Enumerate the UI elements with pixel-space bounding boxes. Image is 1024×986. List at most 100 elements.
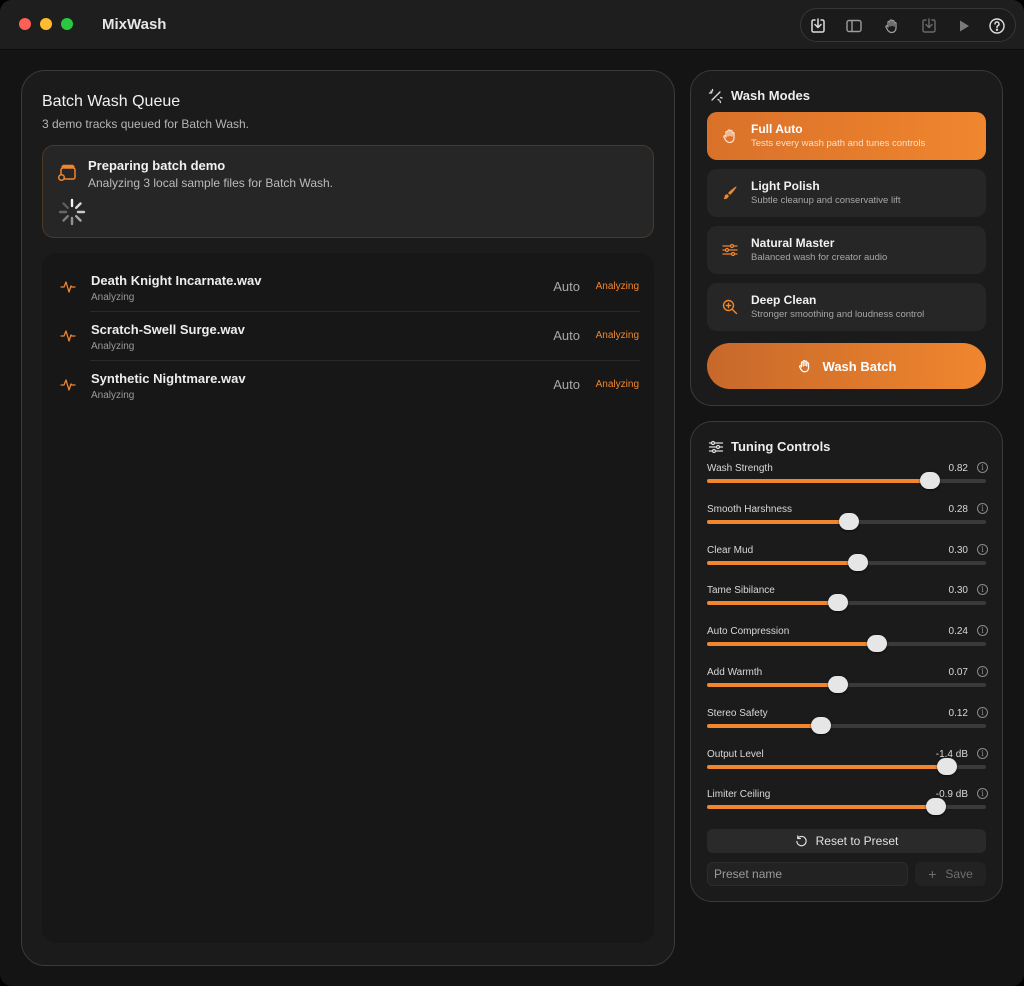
reset-to-preset-button[interactable]: Reset to Preset: [707, 829, 986, 853]
mode-light-polish[interactable]: Light Polish Subtle cleanup and conserva…: [707, 169, 986, 217]
slider-thumb[interactable]: [828, 594, 849, 612]
wash-hand-icon: [798, 360, 809, 373]
export-icon: [922, 18, 936, 33]
slider-track[interactable]: [707, 594, 986, 612]
slider-label: Auto Compression: [707, 626, 790, 638]
app-window: MixWash Batch Wash Queue 3 demo tracks q…: [0, 0, 1024, 986]
slider-fill: [707, 560, 858, 565]
zoom-window-button[interactable]: [61, 18, 73, 30]
reset-label: Reset to Preset: [815, 834, 899, 848]
slider-output-level: Output Level -1.4 dB i: [707, 747, 988, 787]
save-preset-button[interactable]: + Save: [915, 862, 986, 886]
info-icon[interactable]: i: [977, 788, 988, 800]
slider-value: 0.82: [948, 463, 968, 474]
track-mode: Auto: [553, 279, 580, 294]
track-status-badge: Analyzing: [595, 330, 639, 341]
mode-deep-clean[interactable]: Deep Clean Stronger smoothing and loudne…: [707, 283, 986, 331]
slider-thumb[interactable]: [839, 512, 860, 530]
slider-value: 0.30: [948, 544, 968, 556]
track-row[interactable]: Death Knight Incarnate.wav Analyzing Aut…: [42, 263, 654, 312]
slider-track[interactable]: [707, 798, 986, 816]
track-name: Scratch-Swell Surge.wav: [91, 322, 245, 337]
magic-wand-icon: [708, 88, 723, 104]
slider-track[interactable]: [707, 635, 986, 653]
slider-label: Add Warmth: [707, 667, 763, 678]
slider-value: 0.24: [948, 626, 968, 638]
info-icon[interactable]: i: [977, 666, 988, 677]
slider-track[interactable]: [707, 757, 986, 775]
waveform-icon: [60, 379, 76, 391]
info-icon[interactable]: i: [977, 543, 988, 555]
slider-fill: [707, 642, 878, 647]
slider-wash-strength: Wash Strength 0.82 i: [707, 462, 988, 501]
wash-batch-button[interactable]: Wash Batch: [707, 343, 986, 389]
preset-name-input[interactable]: [707, 862, 908, 886]
import-button[interactable]: [807, 15, 829, 37]
slider-fill: [707, 601, 839, 606]
track-status-badge: Analyzing: [595, 281, 639, 292]
slider-label: Wash Strength: [707, 463, 773, 474]
info-icon[interactable]: i: [977, 462, 988, 473]
batch-prepare-icon: [57, 164, 76, 182]
track-status: Analyzing: [91, 292, 135, 303]
slider-thumb[interactable]: [811, 716, 832, 734]
slider-fill: [707, 479, 931, 483]
help-button[interactable]: [986, 15, 1008, 37]
sidebar-icon: [846, 19, 862, 33]
slider-thumb[interactable]: [920, 472, 941, 489]
track-row[interactable]: Scratch-Swell Surge.wav Analyzing Auto A…: [42, 312, 654, 361]
slider-thumb[interactable]: [925, 798, 946, 816]
info-icon[interactable]: i: [977, 584, 988, 596]
slider-smooth-harshness: Smooth Harshness 0.28 i: [707, 502, 988, 542]
slider-auto-compression: Auto Compression 0.24 i: [707, 625, 988, 664]
info-icon[interactable]: i: [977, 706, 988, 718]
slider-track[interactable]: [707, 716, 986, 734]
slider-track[interactable]: [707, 512, 986, 530]
reset-icon: [795, 834, 807, 846]
track-row[interactable]: Synthetic Nightmare.wav Analyzing Auto A…: [42, 361, 654, 410]
mode-description: Subtle cleanup and conservative lift: [751, 195, 901, 206]
slider-limiter-ceiling: Limiter Ceiling -0.9 dB i: [707, 788, 988, 827]
tuning-controls-panel: Tuning Controls Wash Strength 0.82 i Smooth…: [690, 421, 1003, 902]
slider-stereo-safety: Stereo Safety 0.12 i: [707, 706, 988, 746]
toolbar: [800, 8, 1016, 42]
play-icon: [960, 20, 969, 32]
sliders-icon: [722, 243, 738, 257]
slider-label: Limiter Ceiling: [707, 789, 771, 801]
mode-full-auto[interactable]: Full Auto Tests every wash path and tune…: [707, 112, 986, 160]
slider-thumb[interactable]: [867, 635, 888, 653]
slider-track[interactable]: [707, 676, 986, 693]
slider-thumb[interactable]: [847, 553, 868, 571]
info-icon[interactable]: i: [977, 502, 988, 514]
mode-natural-master[interactable]: Natural Master Balanced wash for creator…: [707, 226, 986, 274]
wash-modes-title: Wash Modes: [731, 88, 810, 103]
close-window-button[interactable]: [19, 18, 31, 30]
slider-add-warmth: Add Warmth 0.07 i: [707, 666, 988, 705]
mode-name: Deep Clean: [751, 293, 817, 307]
slider-value: 0.28: [948, 503, 968, 515]
info-icon[interactable]: i: [977, 625, 988, 637]
export-button[interactable]: [918, 15, 940, 37]
slider-thumb[interactable]: [936, 757, 957, 775]
slider-fill: [707, 764, 947, 769]
waveform-icon: [60, 330, 76, 342]
save-label: Save: [945, 867, 973, 881]
info-icon[interactable]: i: [977, 747, 988, 759]
sidebar-toggle-button[interactable]: [843, 15, 865, 37]
wash-toolbar-button[interactable]: [881, 15, 903, 37]
track-status: Analyzing: [91, 341, 135, 352]
slider-thumb[interactable]: [828, 676, 849, 693]
play-button[interactable]: [953, 15, 975, 37]
track-name: Death Knight Incarnate.wav: [91, 273, 262, 288]
track-list: Death Knight Incarnate.wav Analyzing Aut…: [42, 253, 654, 943]
batch-wash-queue-panel: Batch Wash Queue 3 demo tracks queued fo…: [21, 70, 675, 966]
slider-track[interactable]: [707, 553, 986, 571]
slider-track[interactable]: [707, 472, 986, 489]
queue-subtitle: 3 demo tracks queued for Batch Wash.: [42, 117, 249, 131]
wash-hand-icon: [885, 19, 897, 34]
track-status: Analyzing: [91, 390, 135, 401]
queue-title: Batch Wash Queue: [42, 93, 181, 110]
mode-name: Full Auto: [751, 122, 803, 136]
minimize-window-button[interactable]: [40, 18, 52, 30]
batch-status-title: Preparing batch demo: [88, 158, 226, 173]
